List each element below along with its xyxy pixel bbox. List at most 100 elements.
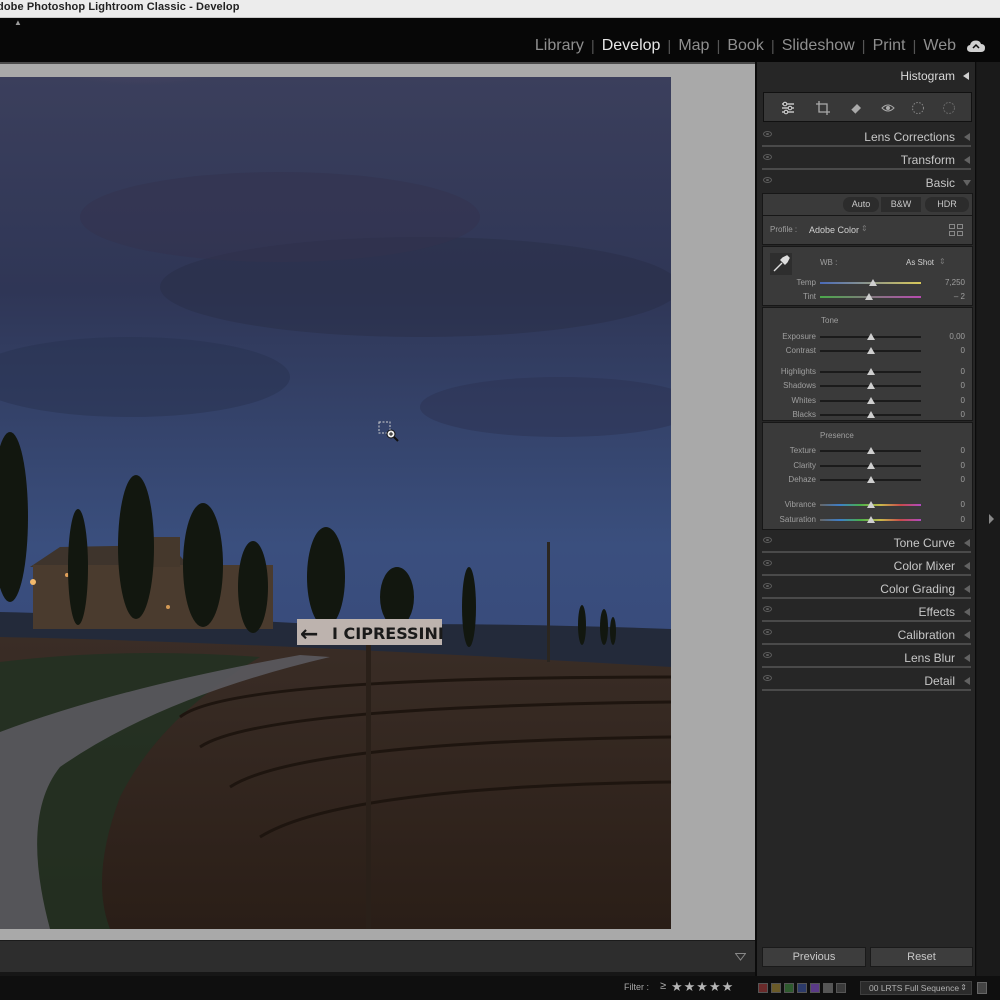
collection-dropdown[interactable]: 00 LRTS Full Sequence ⇕: [860, 981, 972, 995]
panel-lens-blur-header[interactable]: Lens Blur: [757, 646, 976, 668]
auto-button[interactable]: Auto: [843, 197, 879, 212]
panel-calibration-header[interactable]: Calibration: [757, 623, 976, 645]
vibrance-value[interactable]: 0: [961, 500, 965, 509]
panel-color-grading-header[interactable]: Color Grading: [757, 577, 976, 599]
color-label-swatch[interactable]: [771, 983, 781, 993]
exposure-value[interactable]: 0,00: [949, 332, 965, 341]
color-label-swatch[interactable]: [836, 983, 846, 993]
wb-eyedropper-icon[interactable]: [770, 253, 792, 275]
clarity-value[interactable]: 0: [961, 461, 965, 470]
bw-button[interactable]: B&W: [881, 197, 921, 212]
shadows-knob[interactable]: [866, 382, 875, 389]
hdr-button[interactable]: HDR: [925, 197, 969, 212]
color-label-swatch[interactable]: [797, 983, 807, 993]
contrast-knob[interactable]: [866, 347, 875, 354]
image-viewer[interactable]: ← I CIPRESSINI: [0, 62, 755, 940]
wb-dropdown-arrow-icon[interactable]: ⇕: [939, 257, 946, 266]
color-label-swatch[interactable]: [784, 983, 794, 993]
eye-icon[interactable]: [763, 629, 772, 635]
blacks-value[interactable]: 0: [961, 410, 965, 419]
tint-slider[interactable]: Tint – 2: [763, 290, 974, 304]
temp-knob[interactable]: [868, 279, 877, 286]
blacks-knob[interactable]: [866, 411, 875, 418]
clarity-knob[interactable]: [866, 462, 875, 469]
vibrance-knob[interactable]: [866, 501, 875, 508]
exposure-knob[interactable]: [866, 333, 875, 340]
tint-knob[interactable]: [865, 293, 874, 300]
dehaze-slider[interactable]: Dehaze 0: [763, 473, 974, 487]
eye-icon[interactable]: [763, 177, 772, 183]
saturation-value[interactable]: 0: [961, 515, 965, 524]
filter-lock-icon[interactable]: [977, 982, 987, 994]
profile-dropdown[interactable]: Adobe Color: [809, 225, 859, 235]
reset-button[interactable]: Reset: [870, 947, 973, 967]
tint-value[interactable]: – 2: [954, 292, 965, 301]
panel-basic-header[interactable]: Basic: [757, 171, 976, 193]
color-label-swatch[interactable]: [823, 983, 833, 993]
profile-browser-grid-icon[interactable]: [949, 224, 963, 236]
module-web[interactable]: Web: [923, 37, 956, 55]
cloud-sync-icon[interactable]: [966, 39, 986, 53]
module-slideshow[interactable]: Slideshow: [782, 37, 855, 55]
panel-color-mixer-header[interactable]: Color Mixer: [757, 554, 976, 576]
color-label-swatch[interactable]: [810, 983, 820, 993]
shadows-slider[interactable]: Shadows 0: [763, 379, 974, 393]
panel-toggle-up-icon[interactable]: ▲: [14, 18, 22, 27]
saturation-slider[interactable]: Saturation 0: [763, 513, 974, 527]
exposure-slider[interactable]: Exposure 0,00: [763, 330, 974, 344]
eye-icon[interactable]: [763, 560, 772, 566]
dehaze-knob[interactable]: [866, 476, 875, 483]
eye-icon[interactable]: [763, 583, 772, 589]
contrast-value[interactable]: 0: [961, 346, 965, 355]
texture-value[interactable]: 0: [961, 446, 965, 455]
texture-slider[interactable]: Texture 0: [763, 444, 974, 458]
whites-slider[interactable]: Whites 0: [763, 394, 974, 408]
profile-dropdown-arrow-icon[interactable]: ⇕: [861, 224, 868, 233]
panel-lens-corrections-header[interactable]: Lens Corrections: [757, 125, 976, 147]
toolbar-menu-chevron-icon[interactable]: [735, 953, 746, 961]
contrast-slider[interactable]: Contrast 0: [763, 344, 974, 358]
panel-histogram-header[interactable]: Histogram: [757, 64, 976, 86]
highlights-value[interactable]: 0: [961, 367, 965, 376]
whites-knob[interactable]: [866, 397, 875, 404]
panel-effects-header[interactable]: Effects: [757, 600, 976, 622]
vibrance-slider[interactable]: Vibrance 0: [763, 498, 974, 512]
eye-icon[interactable]: [763, 154, 772, 160]
module-map[interactable]: Map: [678, 37, 709, 55]
presets-icon[interactable]: [942, 101, 956, 115]
saturation-knob[interactable]: [866, 516, 875, 523]
panel-detail-header[interactable]: Detail: [757, 669, 976, 691]
eye-icon[interactable]: [763, 675, 772, 681]
eye-icon[interactable]: [763, 652, 772, 658]
right-panel-edge[interactable]: [977, 62, 1000, 976]
module-library[interactable]: Library: [535, 37, 584, 55]
red-eye-icon[interactable]: [881, 101, 895, 115]
rating-filter-stars[interactable]: ★★★★★: [671, 979, 734, 995]
module-print[interactable]: Print: [873, 37, 906, 55]
color-label-swatch[interactable]: [758, 983, 768, 993]
eye-icon[interactable]: [763, 606, 772, 612]
module-develop[interactable]: Develop: [602, 37, 661, 55]
panel-collapse-arrow-icon[interactable]: [989, 514, 994, 524]
texture-knob[interactable]: [866, 447, 875, 454]
eye-icon[interactable]: [763, 537, 772, 543]
wb-dropdown[interactable]: As Shot: [906, 258, 934, 267]
masking-icon[interactable]: [911, 101, 925, 115]
photo-canvas[interactable]: ← I CIPRESSINI: [0, 77, 671, 929]
dehaze-value[interactable]: 0: [961, 475, 965, 484]
healing-eraser-icon[interactable]: [849, 101, 863, 115]
previous-button[interactable]: Previous: [762, 947, 866, 967]
eye-icon[interactable]: [763, 131, 772, 137]
shadows-value[interactable]: 0: [961, 381, 965, 390]
edit-sliders-icon[interactable]: [781, 101, 795, 115]
blacks-slider[interactable]: Blacks 0: [763, 408, 974, 422]
rating-operator[interactable]: ≥: [660, 980, 666, 992]
temp-slider[interactable]: Temp 7,250: [763, 276, 974, 290]
highlights-slider[interactable]: Highlights 0: [763, 365, 974, 379]
panel-transform-header[interactable]: Transform: [757, 148, 976, 170]
highlights-knob[interactable]: [866, 368, 875, 375]
temp-value[interactable]: 7,250: [945, 278, 965, 287]
panel-tone-curve-header[interactable]: Tone Curve: [757, 531, 976, 553]
crop-icon[interactable]: [816, 101, 830, 115]
clarity-slider[interactable]: Clarity 0: [763, 459, 974, 473]
